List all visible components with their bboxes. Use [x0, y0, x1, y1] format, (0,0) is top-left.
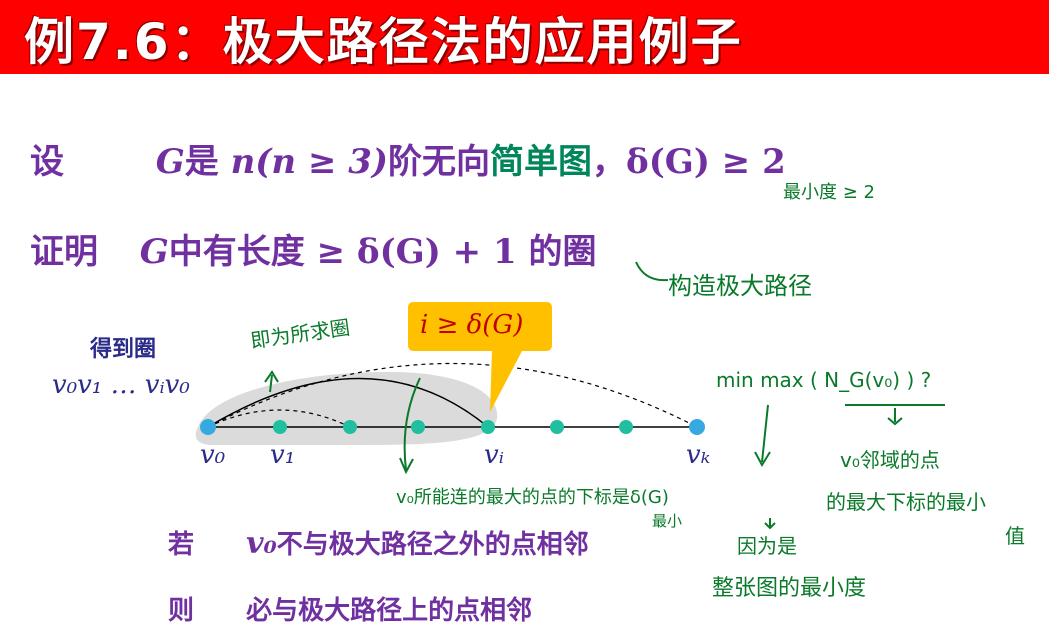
hw-arrow-down-small	[887, 408, 903, 426]
node-vk	[689, 419, 705, 435]
label-v1: v₁	[270, 440, 295, 470]
callout-math: i ≥ δ(G)	[420, 310, 524, 340]
hw-v0-reach: v₀所能连的最大的点的下标是δ(G)	[396, 487, 669, 508]
hw-min-small: 最小	[652, 512, 683, 530]
got-cycle-label: 得到圈	[90, 337, 157, 362]
label-vk: vₖ	[686, 440, 710, 470]
hw-min-degree: 最小度 ≥ 2	[783, 182, 875, 203]
then-text: 必与极大路径上的点相邻	[246, 596, 533, 626]
callout-text: i ≥ δ(G)	[420, 310, 523, 340]
hw-arrow-to-reach	[754, 404, 771, 468]
label-v1-text: v₁	[270, 440, 296, 470]
cycle-math: v₀v₁ … vᵢv₀	[52, 370, 190, 400]
hw-arrow-construct	[635, 261, 669, 282]
node-v3	[411, 420, 425, 434]
cycle-expression: v₀v₁ … vᵢv₀	[52, 370, 190, 400]
hw-v0-neighbors-3: 值	[1005, 524, 1025, 548]
node-v0	[200, 419, 216, 435]
node-v6	[619, 420, 633, 434]
then-label: 则	[168, 596, 195, 626]
hw-v0-neighbors-2: 的最大下标的最小	[826, 490, 986, 514]
node-v5	[550, 420, 564, 434]
node-vi	[481, 420, 495, 434]
then-statement: 则 必与极大路径上的点相邻	[168, 590, 532, 627]
label-vi-text: vᵢ	[484, 440, 504, 470]
hw-because: 因为是	[737, 534, 797, 558]
hw-minmax: min max ( N_G(v₀) ) ?	[716, 368, 932, 392]
hw-construct-path: 构造极大路径	[668, 272, 812, 300]
if-label: 若	[168, 530, 195, 560]
if-v0: v₀	[246, 526, 277, 561]
if-text: 不与极大路径之外的点相邻	[276, 530, 589, 560]
node-v1	[273, 420, 287, 434]
if-statement: 若 v₀不与极大路径之外的点相邻	[168, 524, 589, 561]
hw-arrow-because	[764, 518, 776, 530]
label-vk-text: vₖ	[686, 440, 711, 470]
hw-v0-neighbors-1: v₀邻域的点	[840, 448, 940, 472]
label-vi: vᵢ	[484, 440, 504, 470]
label-v0: v₀	[200, 440, 225, 470]
label-v0-text: v₀	[200, 440, 226, 470]
node-v2	[343, 420, 357, 434]
hw-whole-graph: 整张图的最小度	[712, 576, 867, 601]
